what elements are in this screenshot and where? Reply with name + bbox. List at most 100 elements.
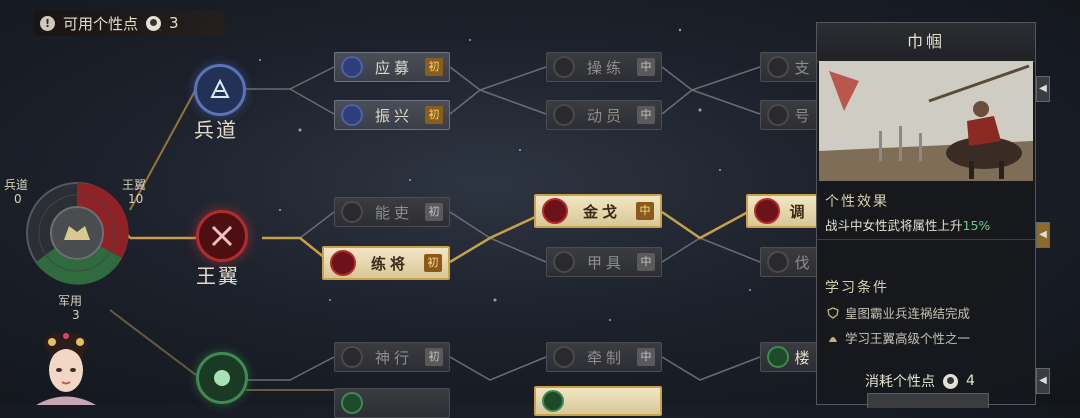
- skill-detail-panel: 巾帼 个性效果 战斗中女性武将属性上升15% 学习条件 皇图霸业兵连祸结完成 学…: [816, 22, 1036, 408]
- skill-zhi[interactable]: 支: [760, 52, 820, 82]
- skill-qianzhi-tag: 中: [637, 348, 655, 366]
- skill-jiaju-tag: 中: [637, 253, 655, 271]
- skill-neng-name: 能吏: [374, 203, 413, 222]
- point-coin-icon: [146, 15, 162, 31]
- skill-qianzhi[interactable]: 牵制 中: [546, 342, 662, 372]
- skill-yingmu-name: 应募: [374, 58, 413, 77]
- requirement-2-text: 学习王翼高级个性之一: [845, 331, 971, 346]
- skill-shenxing[interactable]: 神行 初: [334, 342, 450, 372]
- skill-neng[interactable]: 能吏 初: [334, 197, 450, 227]
- radar-wangyi-label: 王翼: [122, 178, 147, 192]
- requirement-1-text: 皇图霸业兵连祸结完成: [845, 306, 971, 321]
- skill-lianjiang-tag: 初: [424, 254, 442, 272]
- skill-jinge-icon: [542, 198, 568, 224]
- cost-coin-icon: [943, 373, 958, 389]
- available-points-label: 可用个性点: [63, 14, 139, 33]
- skill-row4-mid[interactable]: [534, 386, 662, 416]
- skill-dongyuan-tag: 中: [637, 106, 655, 124]
- skill-jinge-name: 金戈: [582, 202, 621, 221]
- skill-dongyuan[interactable]: 动员 中: [546, 100, 662, 130]
- skill-caolian[interactable]: 操练 中: [546, 52, 662, 82]
- skill-jinge-tag: 中: [636, 202, 654, 220]
- skill-shenxing-tag: 初: [425, 348, 443, 366]
- skill-neng-tag: 初: [425, 203, 443, 221]
- shield-icon: [827, 306, 839, 319]
- category-wangyi-label: 王翼: [196, 264, 240, 288]
- skill-jiaju-icon: [553, 251, 575, 273]
- skill-hao-icon: [767, 104, 789, 126]
- banner-icon: [214, 370, 230, 386]
- skill-lianjiang[interactable]: 练将 初: [322, 246, 450, 280]
- category-wangyi-node[interactable]: [196, 210, 248, 262]
- personality-points-header: ! 可用个性点 3: [34, 10, 224, 36]
- skill-jiaju-name: 甲具: [586, 253, 625, 272]
- radar-bingdao-label: 兵道: [4, 178, 29, 192]
- skill-lou-name: 楼: [794, 348, 814, 367]
- skill-jiaju[interactable]: 甲具 中: [546, 247, 662, 277]
- skill-fa[interactable]: 伐: [760, 247, 820, 277]
- cost-value: 4: [966, 373, 975, 389]
- category-junyong-node[interactable]: [196, 352, 248, 404]
- requirements-heading: 学习条件: [825, 280, 889, 296]
- skill-yingmu[interactable]: 应募 初: [334, 52, 450, 82]
- requirement-2: 学习王翼高级个性之一: [827, 328, 970, 347]
- skill-fa-name: 伐: [794, 253, 814, 272]
- skill-dongyuan-name: 动员: [586, 106, 625, 125]
- requirement-1: 皇图霸业兵连祸结完成: [827, 303, 970, 322]
- skill-row4-left[interactable]: [334, 388, 450, 418]
- info-icon: !: [40, 15, 55, 31]
- skill-jinge[interactable]: 金戈 中: [534, 194, 662, 228]
- cost-row: 消耗个性点 4: [865, 371, 975, 391]
- skill-fa-icon: [767, 251, 789, 273]
- category-bingdao-label: 兵道: [194, 118, 238, 142]
- crossed-swords-icon: [211, 225, 233, 247]
- radar-bingdao-value: 0: [14, 192, 22, 206]
- collapse-arrow-mid[interactable]: ◀: [1036, 222, 1050, 248]
- skill-zhi-icon: [767, 56, 789, 78]
- skill-lou-icon: [767, 346, 789, 368]
- radar-ring: [26, 182, 129, 285]
- skill-caolian-name: 操练: [586, 58, 625, 77]
- skill-tiao-icon: [754, 198, 780, 224]
- collapse-arrow-bottom[interactable]: ◀: [1036, 368, 1050, 394]
- collapse-arrow-top[interactable]: ◀: [1036, 76, 1050, 102]
- skill-qianzhi-icon: [553, 346, 575, 368]
- helmet-icon: [829, 336, 837, 342]
- skill-zhenxing-name: 振兴: [374, 106, 413, 125]
- skill-yingmu-icon: [341, 56, 363, 78]
- soldier-icon: [210, 78, 230, 98]
- skill-illustration: [819, 61, 1033, 181]
- effect-heading: 个性效果: [825, 194, 889, 210]
- skill-shenxing-icon: [341, 346, 363, 368]
- available-points-value: 3: [169, 14, 179, 32]
- skill-zhenxing[interactable]: 振兴 初: [334, 100, 450, 130]
- skill-hao-name: 号: [794, 106, 814, 125]
- effect-text: 战斗中女性武将属性上升: [825, 218, 963, 233]
- skill-row4-left-icon: [341, 392, 363, 414]
- skill-lou[interactable]: 楼: [760, 342, 820, 372]
- skill-shenxing-name: 神行: [374, 348, 413, 367]
- skill-lianjiang-icon: [330, 250, 356, 276]
- effect-value: 15%: [962, 218, 991, 233]
- skill-qianzhi-name: 牵制: [586, 348, 625, 367]
- skill-hao[interactable]: 号: [760, 100, 820, 130]
- panel-title: 巾帼: [817, 23, 1035, 62]
- skill-caolian-tag: 中: [637, 58, 655, 76]
- skill-zhenxing-icon: [341, 104, 363, 126]
- skill-lianjiang-name: 练将: [370, 254, 409, 273]
- skill-zhi-name: 支: [794, 58, 814, 77]
- skill-caolian-icon: [553, 56, 575, 78]
- skill-tiao-name: 调: [789, 202, 809, 221]
- radar-wangyi-value: 10: [128, 192, 144, 206]
- effect-description: 战斗中女性武将属性上升15%: [825, 215, 990, 234]
- personality-radar: [24, 180, 130, 286]
- skill-yingmu-tag: 初: [425, 58, 443, 76]
- skill-row4-mid-icon: [542, 390, 564, 412]
- skill-tiao[interactable]: 调: [746, 194, 820, 228]
- panel-divider: [817, 239, 1035, 240]
- learn-button[interactable]: [867, 393, 989, 408]
- cavalry-illustration: [819, 61, 1033, 181]
- skill-neng-icon: [341, 201, 363, 223]
- category-bingdao-node[interactable]: [194, 64, 246, 116]
- radar-junyong-label: 军用: [58, 294, 83, 308]
